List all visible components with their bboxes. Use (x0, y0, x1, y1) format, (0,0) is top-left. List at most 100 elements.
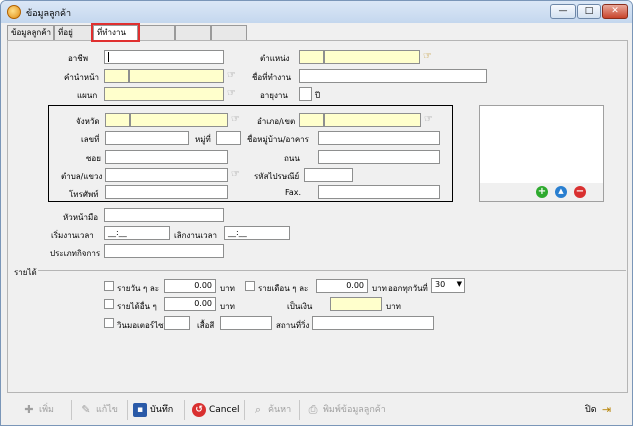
monthly-income-checkbox[interactable] (245, 281, 255, 291)
district-name-input[interactable] (324, 113, 421, 127)
years-unit-label: ปี (315, 91, 321, 100)
road-input[interactable] (318, 150, 440, 164)
motorbike-checkbox[interactable] (104, 318, 114, 328)
daily-income-checkbox[interactable] (104, 281, 114, 291)
in-cash-input[interactable] (330, 297, 382, 311)
years-worked-input[interactable] (299, 87, 312, 101)
workplace-name-label: ชื่อที่ทำงาน (252, 73, 292, 82)
photo-box: + ▲ − (479, 105, 604, 202)
end-time-label: เลิกงานเวลา (174, 231, 217, 240)
village-input[interactable] (318, 131, 440, 145)
house-number-label: เลขที่ (81, 135, 100, 144)
tab-6[interactable] (211, 25, 247, 40)
tab-workplace[interactable]: ที่ทำงาน (91, 23, 140, 42)
department-input[interactable] (104, 87, 224, 101)
subdistrict-label: ตำบล/แขวง (61, 172, 103, 181)
close-window-button[interactable]: ✕ (602, 4, 628, 19)
position-name-input[interactable] (324, 50, 420, 64)
chevron-down-icon: ▼ (456, 280, 462, 288)
toolbar-separator (184, 400, 185, 420)
binoculars-icon: ⌕ (254, 402, 262, 416)
other-income-checkbox[interactable] (104, 299, 114, 309)
business-type-label: ประเภทกิจการ (50, 249, 101, 258)
other-currency-label: บาท (220, 302, 235, 311)
moo-input[interactable] (216, 131, 241, 145)
address-box: จังหวัด ☞ อำเภอ/เขต ☞ เลขที่ หมู่ที่ ชื่… (48, 105, 453, 202)
prefix-name-input[interactable] (129, 69, 224, 83)
start-time-input[interactable]: __:__ (104, 226, 170, 240)
upload-photo-icon[interactable]: ▲ (555, 186, 567, 198)
supervisor-label: หัวหน้ามือ (63, 213, 99, 222)
pencil-icon: ✎ (81, 402, 91, 416)
province-name-input[interactable] (130, 113, 228, 127)
payday-select[interactable]: 30 ▼ (431, 278, 465, 293)
postcode-input[interactable] (304, 168, 353, 182)
workplace-name-input[interactable] (299, 69, 487, 83)
department-label: แผนก (77, 91, 98, 100)
monthly-income-input[interactable]: 0.00 (316, 279, 368, 293)
position-code-input[interactable] (299, 50, 324, 64)
printer-icon: ⎙ (308, 402, 318, 416)
occupation-input[interactable] (104, 50, 224, 64)
phone-input[interactable] (105, 185, 228, 199)
vest-color-label: เสื้อสี (197, 321, 215, 330)
add-photo-icon[interactable]: + (536, 186, 548, 198)
vest-color-input[interactable] (220, 316, 272, 330)
tab-5[interactable] (175, 25, 211, 40)
in-cash-currency-label: บาท (386, 302, 401, 311)
payday-value: 30 (435, 280, 446, 289)
remove-photo-icon[interactable]: − (574, 186, 586, 198)
supervisor-input[interactable] (104, 208, 224, 222)
station-input[interactable] (312, 316, 434, 330)
moo-label: หมู่ที่ (195, 135, 211, 144)
app-icon (7, 5, 21, 19)
department-picker-icon[interactable]: ☞ (227, 88, 241, 100)
district-code-input[interactable] (299, 113, 324, 127)
other-income-label: รายได้อื่น ๆ (117, 302, 157, 311)
other-income-input[interactable]: 0.00 (164, 297, 216, 311)
motorbike-number-input[interactable] (164, 316, 190, 330)
province-code-input[interactable] (105, 113, 130, 127)
soi-input[interactable] (105, 150, 228, 164)
window-title: ข้อมูลลูกค้า (26, 9, 72, 19)
position-label: ตำแหน่ง (260, 54, 290, 63)
business-type-input[interactable] (104, 244, 224, 258)
tab-4[interactable] (139, 25, 175, 40)
occupation-label: อาชีพ (68, 54, 88, 63)
position-picker-icon[interactable]: ☞ (423, 51, 437, 63)
prefix-picker-icon[interactable]: ☞ (227, 70, 241, 82)
edit-button[interactable]: ✎ แก้ไข (79, 402, 118, 418)
save-icon: ▪ (133, 402, 147, 417)
workplace-panel: อาชีพ ตำแหน่ง ☞ คำนำหน้า ☞ ชื่อที่ทำงาน … (7, 40, 628, 393)
end-time-input[interactable]: __:__ (224, 226, 290, 240)
phone-label: โทรศัพท์ (69, 190, 99, 199)
tab-address[interactable]: ที่อยู่ (54, 25, 92, 40)
photo-toolbar: + ▲ − (480, 183, 603, 201)
prefix-code-input[interactable] (104, 69, 129, 83)
title-bar: ข้อมูลลูกค้า — □ ✕ (1, 1, 632, 23)
print-button[interactable]: ⎙ พิมพ์ข้อมูลลูกค้า (306, 402, 386, 418)
province-picker-icon[interactable]: ☞ (231, 114, 245, 126)
subdistrict-picker-icon[interactable]: ☞ (231, 169, 245, 181)
income-section-label: รายได้ (14, 268, 37, 277)
minimize-button[interactable]: — (550, 4, 576, 19)
income-divider (38, 270, 626, 271)
fax-input[interactable] (318, 185, 440, 199)
cancel-button[interactable]: ↺ Cancel (192, 402, 240, 418)
soi-label: ซอย (86, 154, 101, 163)
maximize-button[interactable]: □ (577, 4, 601, 19)
close-button[interactable]: ปิด ⇥ (585, 402, 614, 418)
save-button[interactable]: ▪ บันทึก (133, 402, 173, 418)
fax-label: Fax. (285, 188, 302, 197)
search-button[interactable]: ⌕ ค้นหา (251, 402, 291, 418)
add-button[interactable]: ✚ เพิ่ม (22, 402, 54, 418)
daily-income-input[interactable]: 0.00 (164, 279, 216, 293)
district-picker-icon[interactable]: ☞ (424, 114, 438, 126)
start-time-label: เริ่มงานเวลา (51, 231, 94, 240)
in-cash-label: เป็นเงิน (287, 302, 313, 311)
station-label: สถานที่วิ่ง (276, 321, 310, 330)
tab-customer-info[interactable]: ข้อมูลลูกค้า (7, 25, 54, 40)
toolbar-separator (244, 400, 245, 420)
subdistrict-input[interactable] (105, 168, 228, 182)
house-number-input[interactable] (105, 131, 189, 145)
